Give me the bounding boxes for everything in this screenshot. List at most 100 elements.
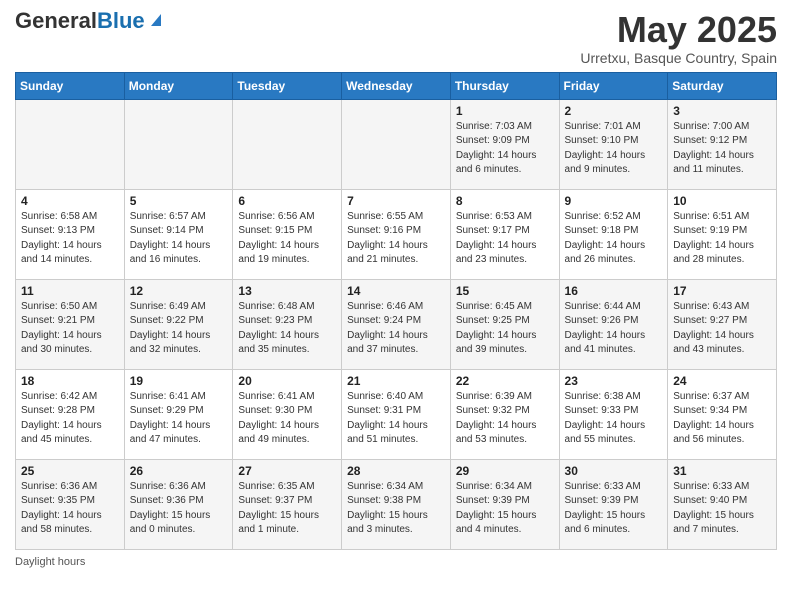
calendar-cell: 24 Sunrise: 6:37 AM Sunset: 9:34 PM Dayli…	[668, 369, 777, 459]
calendar-cell	[233, 99, 342, 189]
day-of-week-header: Thursday	[450, 72, 559, 99]
calendar-cell: 16Sunrise: 6:44 AM Sunset: 9:26 PM Dayli…	[559, 279, 668, 369]
location: Urretxu, Basque Country, Spain	[580, 50, 777, 66]
day-info: Sunrise: 6:52 AM Sunset: 9:18 PM Dayligh…	[565, 210, 663, 268]
title-area: May 2025 Urretxu, Basque Country, Spain	[580, 10, 777, 66]
day-info: Sunrise: 6:58 AM Sunset: 9:13 PM Dayligh…	[21, 210, 119, 268]
month-title: May 2025	[580, 10, 777, 50]
day-number: 25	[21, 464, 119, 478]
calendar-cell: 8Sunrise: 6:53 AM Sunset: 9:17 PM Daylig…	[450, 189, 559, 279]
day-info: Sunrise: 6:35 AM Sunset: 9:37 PM Dayligh…	[238, 480, 336, 538]
calendar-cell	[124, 99, 233, 189]
calendar-week-row: 25 Sunrise: 6:36 AM Sunset: 9:35 PM Dayli…	[16, 459, 777, 549]
calendar-cell: 22Sunrise: 6:39 AM Sunset: 9:32 PM Dayli…	[450, 369, 559, 459]
day-info: Sunrise: 7:01 AM Sunset: 9:10 PM Dayligh…	[565, 120, 663, 178]
day-info: Sunrise: 6:51 AM Sunset: 9:19 PM Dayligh…	[673, 210, 771, 268]
day-number: 22	[456, 374, 554, 388]
day-of-week-header: Monday	[124, 72, 233, 99]
calendar-cell: 2 Sunrise: 7:01 AM Sunset: 9:10 PM Daylig…	[559, 99, 668, 189]
day-number: 10	[673, 194, 771, 208]
day-of-week-header: Saturday	[668, 72, 777, 99]
day-number: 28	[347, 464, 445, 478]
day-number: 9	[565, 194, 663, 208]
day-number: 1	[456, 104, 554, 118]
day-info: Sunrise: 6:36 AM Sunset: 9:36 PM Dayligh…	[130, 480, 228, 538]
day-info: Sunrise: 6:41 AM Sunset: 9:30 PM Dayligh…	[238, 390, 336, 448]
day-number: 30	[565, 464, 663, 478]
day-of-week-header: Tuesday	[233, 72, 342, 99]
day-number: 16	[565, 284, 663, 298]
day-number: 6	[238, 194, 336, 208]
day-number: 3	[673, 104, 771, 118]
calendar-cell: 25 Sunrise: 6:36 AM Sunset: 9:35 PM Dayli…	[16, 459, 125, 549]
day-info: Sunrise: 6:33 AM Sunset: 9:40 PM Dayligh…	[673, 480, 771, 538]
calendar-cell: 12 Sunrise: 6:49 AM Sunset: 9:22 PM Dayli…	[124, 279, 233, 369]
calendar-cell: 10 Sunrise: 6:51 AM Sunset: 9:19 PM Dayli…	[668, 189, 777, 279]
day-info: Sunrise: 6:49 AM Sunset: 9:22 PM Dayligh…	[130, 300, 228, 358]
calendar-cell: 21Sunrise: 6:40 AM Sunset: 9:31 PM Dayli…	[342, 369, 451, 459]
daylight-label: Daylight hours	[15, 556, 85, 568]
calendar-cell: 14Sunrise: 6:46 AM Sunset: 9:24 PM Dayli…	[342, 279, 451, 369]
calendar-cell: 6 Sunrise: 6:56 AM Sunset: 9:15 PM Daylig…	[233, 189, 342, 279]
calendar-cell: 30 Sunrise: 6:33 AM Sunset: 9:39 PM Dayli…	[559, 459, 668, 549]
calendar-cell: 15 Sunrise: 6:45 AM Sunset: 9:25 PM Dayli…	[450, 279, 559, 369]
calendar-cell: 27 Sunrise: 6:35 AM Sunset: 9:37 PM Dayli…	[233, 459, 342, 549]
day-info: Sunrise: 6:34 AM Sunset: 9:38 PM Dayligh…	[347, 480, 445, 538]
day-number: 23	[565, 374, 663, 388]
logo-arrow-icon	[147, 10, 165, 28]
calendar-cell: 7Sunrise: 6:55 AM Sunset: 9:16 PM Daylig…	[342, 189, 451, 279]
day-number: 5	[130, 194, 228, 208]
day-info: Sunrise: 6:33 AM Sunset: 9:39 PM Dayligh…	[565, 480, 663, 538]
day-number: 24	[673, 374, 771, 388]
day-info: Sunrise: 6:38 AM Sunset: 9:33 PM Dayligh…	[565, 390, 663, 448]
calendar-cell: 20 Sunrise: 6:41 AM Sunset: 9:30 PM Dayli…	[233, 369, 342, 459]
day-of-week-header: Sunday	[16, 72, 125, 99]
footer: Daylight hours	[15, 556, 777, 568]
calendar-cell: 3 Sunrise: 7:00 AM Sunset: 9:12 PM Daylig…	[668, 99, 777, 189]
day-info: Sunrise: 6:53 AM Sunset: 9:17 PM Dayligh…	[456, 210, 554, 268]
calendar-week-row: 4 Sunrise: 6:58 AM Sunset: 9:13 PM Daylig…	[16, 189, 777, 279]
day-info: Sunrise: 6:36 AM Sunset: 9:35 PM Dayligh…	[21, 480, 119, 538]
calendar-cell: 5Sunrise: 6:57 AM Sunset: 9:14 PM Daylig…	[124, 189, 233, 279]
day-info: Sunrise: 6:37 AM Sunset: 9:34 PM Dayligh…	[673, 390, 771, 448]
calendar-week-row: 1 Sunrise: 7:03 AM Sunset: 9:09 PM Daylig…	[16, 99, 777, 189]
day-info: Sunrise: 7:03 AM Sunset: 9:09 PM Dayligh…	[456, 120, 554, 178]
day-of-week-header: Friday	[559, 72, 668, 99]
calendar-cell: 18 Sunrise: 6:42 AM Sunset: 9:28 PM Dayli…	[16, 369, 125, 459]
day-number: 12	[130, 284, 228, 298]
day-info: Sunrise: 6:50 AM Sunset: 9:21 PM Dayligh…	[21, 300, 119, 358]
day-info: Sunrise: 6:34 AM Sunset: 9:39 PM Dayligh…	[456, 480, 554, 538]
calendar-table: SundayMondayTuesdayWednesdayThursdayFrid…	[15, 72, 777, 550]
logo-blue: Blue	[97, 10, 145, 32]
calendar-cell: 29Sunrise: 6:34 AM Sunset: 9:39 PM Dayli…	[450, 459, 559, 549]
calendar-cell: 4 Sunrise: 6:58 AM Sunset: 9:13 PM Daylig…	[16, 189, 125, 279]
calendar-header: SundayMondayTuesdayWednesdayThursdayFrid…	[16, 72, 777, 99]
day-info: Sunrise: 6:43 AM Sunset: 9:27 PM Dayligh…	[673, 300, 771, 358]
day-info: Sunrise: 6:56 AM Sunset: 9:15 PM Dayligh…	[238, 210, 336, 268]
day-number: 21	[347, 374, 445, 388]
day-number: 13	[238, 284, 336, 298]
day-info: Sunrise: 6:46 AM Sunset: 9:24 PM Dayligh…	[347, 300, 445, 358]
day-number: 31	[673, 464, 771, 478]
day-info: Sunrise: 6:48 AM Sunset: 9:23 PM Dayligh…	[238, 300, 336, 358]
header-row: SundayMondayTuesdayWednesdayThursdayFrid…	[16, 72, 777, 99]
calendar-cell: 26Sunrise: 6:36 AM Sunset: 9:36 PM Dayli…	[124, 459, 233, 549]
day-number: 15	[456, 284, 554, 298]
day-number: 19	[130, 374, 228, 388]
day-info: Sunrise: 6:45 AM Sunset: 9:25 PM Dayligh…	[456, 300, 554, 358]
day-number: 17	[673, 284, 771, 298]
day-number: 18	[21, 374, 119, 388]
day-number: 27	[238, 464, 336, 478]
calendar-cell: 1 Sunrise: 7:03 AM Sunset: 9:09 PM Daylig…	[450, 99, 559, 189]
day-info: Sunrise: 6:42 AM Sunset: 9:28 PM Dayligh…	[21, 390, 119, 448]
calendar-cell: 31 Sunrise: 6:33 AM Sunset: 9:40 PM Dayli…	[668, 459, 777, 549]
calendar-cell: 13 Sunrise: 6:48 AM Sunset: 9:23 PM Dayli…	[233, 279, 342, 369]
calendar-cell: 9 Sunrise: 6:52 AM Sunset: 9:18 PM Daylig…	[559, 189, 668, 279]
day-number: 4	[21, 194, 119, 208]
day-number: 20	[238, 374, 336, 388]
day-number: 2	[565, 104, 663, 118]
calendar-week-row: 11Sunrise: 6:50 AM Sunset: 9:21 PM Dayli…	[16, 279, 777, 369]
calendar-cell: 11Sunrise: 6:50 AM Sunset: 9:21 PM Dayli…	[16, 279, 125, 369]
calendar-body: 1 Sunrise: 7:03 AM Sunset: 9:09 PM Daylig…	[16, 99, 777, 549]
day-info: Sunrise: 7:00 AM Sunset: 9:12 PM Dayligh…	[673, 120, 771, 178]
